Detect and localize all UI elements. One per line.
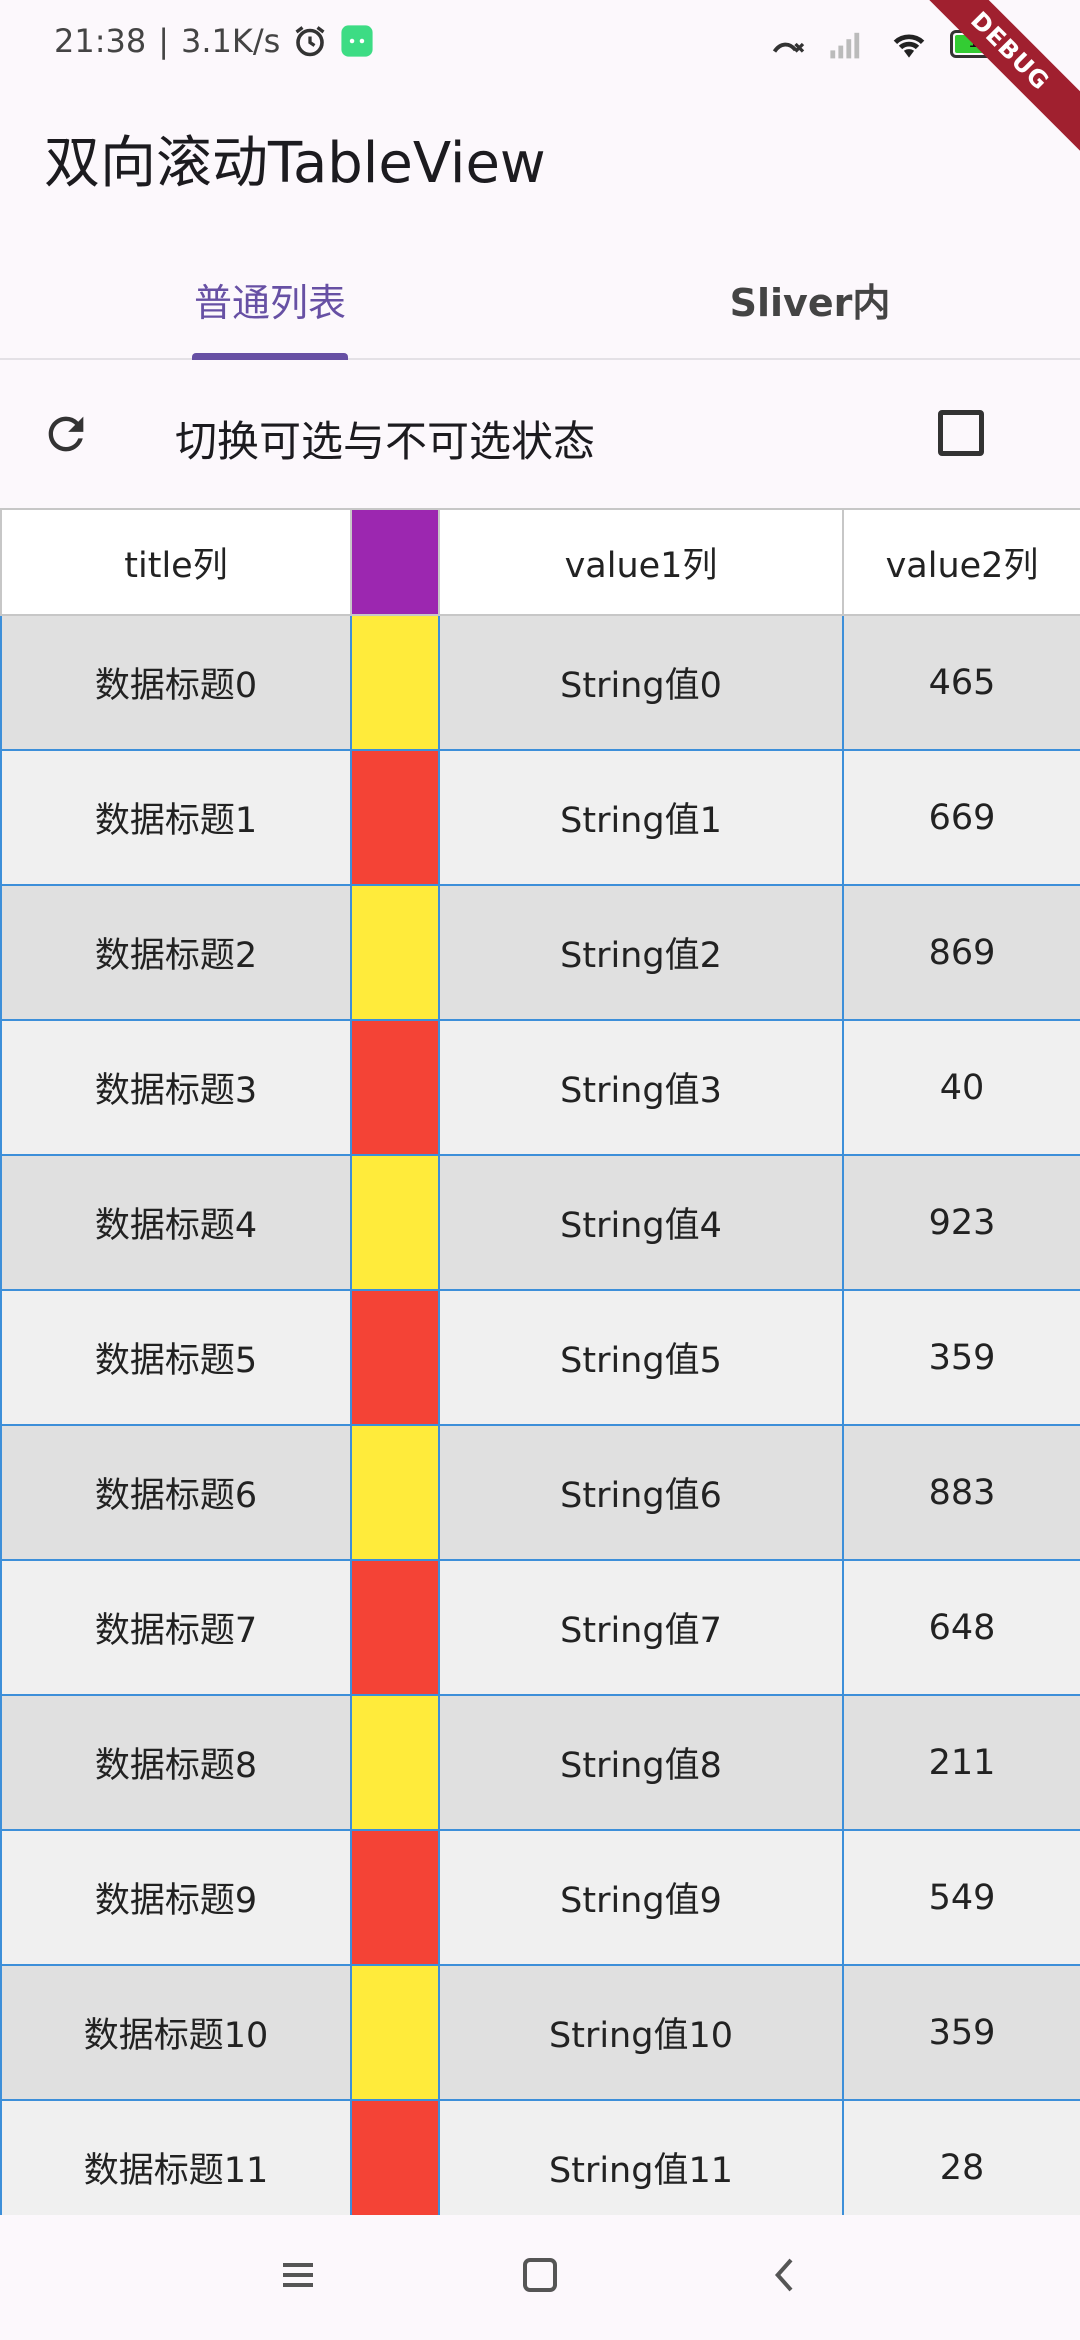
status-separator: | <box>158 22 169 60</box>
table-row[interactable]: 数据标题1 String值1 669 <box>0 751 1080 886</box>
cell-value1: String值4 <box>438 1156 842 1291</box>
cell-value2: 883 <box>842 1426 1080 1561</box>
selectable-checkbox[interactable] <box>938 410 984 456</box>
tab-indicator <box>192 353 348 360</box>
cell-value2: 648 <box>842 1561 1080 1696</box>
cell-title: 数据标题5 <box>0 1291 350 1426</box>
cell-title: 数据标题7 <box>0 1561 350 1696</box>
cell-color-marker <box>350 1696 438 1831</box>
table-row[interactable]: 数据标题3 String值3 40 <box>0 1021 1080 1156</box>
cell-color-marker <box>350 1291 438 1426</box>
header-color-column[interactable] <box>350 508 438 616</box>
status-time: 21:38 <box>54 22 147 60</box>
cell-value1: String值0 <box>438 616 842 751</box>
android-icon <box>341 25 373 57</box>
home-icon[interactable] <box>520 2255 560 2295</box>
call-missed-icon <box>772 42 805 53</box>
table-row[interactable]: 数据标题5 String值5 359 <box>0 1291 1080 1426</box>
cell-color-marker <box>350 1561 438 1696</box>
cell-value1: String值2 <box>438 886 842 1021</box>
cell-title: 数据标题10 <box>0 1966 350 2101</box>
table-row[interactable]: 数据标题0 String值0 465 <box>0 616 1080 751</box>
table-row[interactable]: 数据标题7 String值7 648 <box>0 1561 1080 1696</box>
cell-color-marker <box>350 1831 438 1966</box>
cell-title: 数据标题9 <box>0 1831 350 1966</box>
table-row[interactable]: 数据标题10 String值10 359 <box>0 1966 1080 2101</box>
cell-title: 数据标题8 <box>0 1696 350 1831</box>
cell-color-marker <box>350 751 438 886</box>
tab-sliver[interactable]: Sliver内 <box>540 240 1080 358</box>
cell-title: 数据标题2 <box>0 886 350 1021</box>
alarm-icon <box>295 26 325 57</box>
cell-value1: String值8 <box>438 1696 842 1831</box>
header-title-column[interactable]: title列 <box>0 508 350 616</box>
cell-color-marker <box>350 1966 438 2101</box>
cell-value2: 869 <box>842 886 1080 1021</box>
cell-value2: 359 <box>842 1291 1080 1426</box>
cell-title: 数据标题0 <box>0 616 350 751</box>
table-row[interactable]: 数据标题4 String值4 923 <box>0 1156 1080 1291</box>
cell-value2: 359 <box>842 1966 1080 2101</box>
status-bar: 21:38 | 3.1K/s DEBUG <box>0 0 1080 165</box>
table-row[interactable]: 数据标题8 String值8 211 <box>0 1696 1080 1831</box>
cell-value1: String值3 <box>438 1021 842 1156</box>
cell-value2: 465 <box>842 616 1080 751</box>
tab-normal-list[interactable]: 普通列表 <box>0 240 540 358</box>
status-left: 21:38 | 3.1K/s <box>54 22 374 60</box>
cell-value2: 549 <box>842 1831 1080 1966</box>
table-row[interactable]: 数据标题2 String值2 869 <box>0 886 1080 1021</box>
page-title: 双向滚动TableView <box>44 131 546 196</box>
cell-title: 数据标题3 <box>0 1021 350 1156</box>
menu-icon[interactable] <box>278 2255 318 2295</box>
cell-value1: String值6 <box>438 1426 842 1561</box>
cell-color-marker <box>350 886 438 1021</box>
toolbar-row: 切换可选与不可选状态 <box>0 360 1080 510</box>
cell-value1: String值1 <box>438 751 842 886</box>
cell-value2: 669 <box>842 751 1080 886</box>
cell-value2: 40 <box>842 1021 1080 1156</box>
header-value2-column[interactable]: value2列 <box>842 508 1080 616</box>
status-network-speed: 3.1K/s <box>181 22 281 60</box>
signal-icon <box>830 32 860 59</box>
toggle-selectable-label: 切换可选与不可选状态 <box>175 417 596 466</box>
refresh-icon[interactable] <box>40 408 92 460</box>
cell-value1: String值7 <box>438 1561 842 1696</box>
wifi-icon <box>893 34 925 58</box>
cell-title: 数据标题1 <box>0 751 350 886</box>
table-row[interactable]: 数据标题6 String值6 883 <box>0 1426 1080 1561</box>
cell-color-marker <box>350 1021 438 1156</box>
cell-title: 数据标题6 <box>0 1426 350 1561</box>
cell-value1: String值9 <box>438 1831 842 1966</box>
cell-value1: String值10 <box>438 1966 842 2101</box>
cell-color-marker <box>350 1156 438 1291</box>
tab-bar: 普通列表 Sliver内 <box>0 240 1080 360</box>
table-header-row: title列 value1列 value2列 <box>0 508 1080 616</box>
header-value1-column[interactable]: value1列 <box>438 508 842 616</box>
cell-color-marker <box>350 616 438 751</box>
cell-value2: 923 <box>842 1156 1080 1291</box>
cell-color-marker <box>350 1426 438 1561</box>
cell-title: 数据标题4 <box>0 1156 350 1291</box>
debug-banner: DEBUG <box>896 0 1080 165</box>
back-icon[interactable] <box>766 2255 806 2295</box>
table-row[interactable]: 数据标题9 String值9 549 <box>0 1831 1080 1966</box>
cell-value2: 211 <box>842 1696 1080 1831</box>
navigation-bar <box>0 2215 1080 2340</box>
cell-value1: String值5 <box>438 1291 842 1426</box>
